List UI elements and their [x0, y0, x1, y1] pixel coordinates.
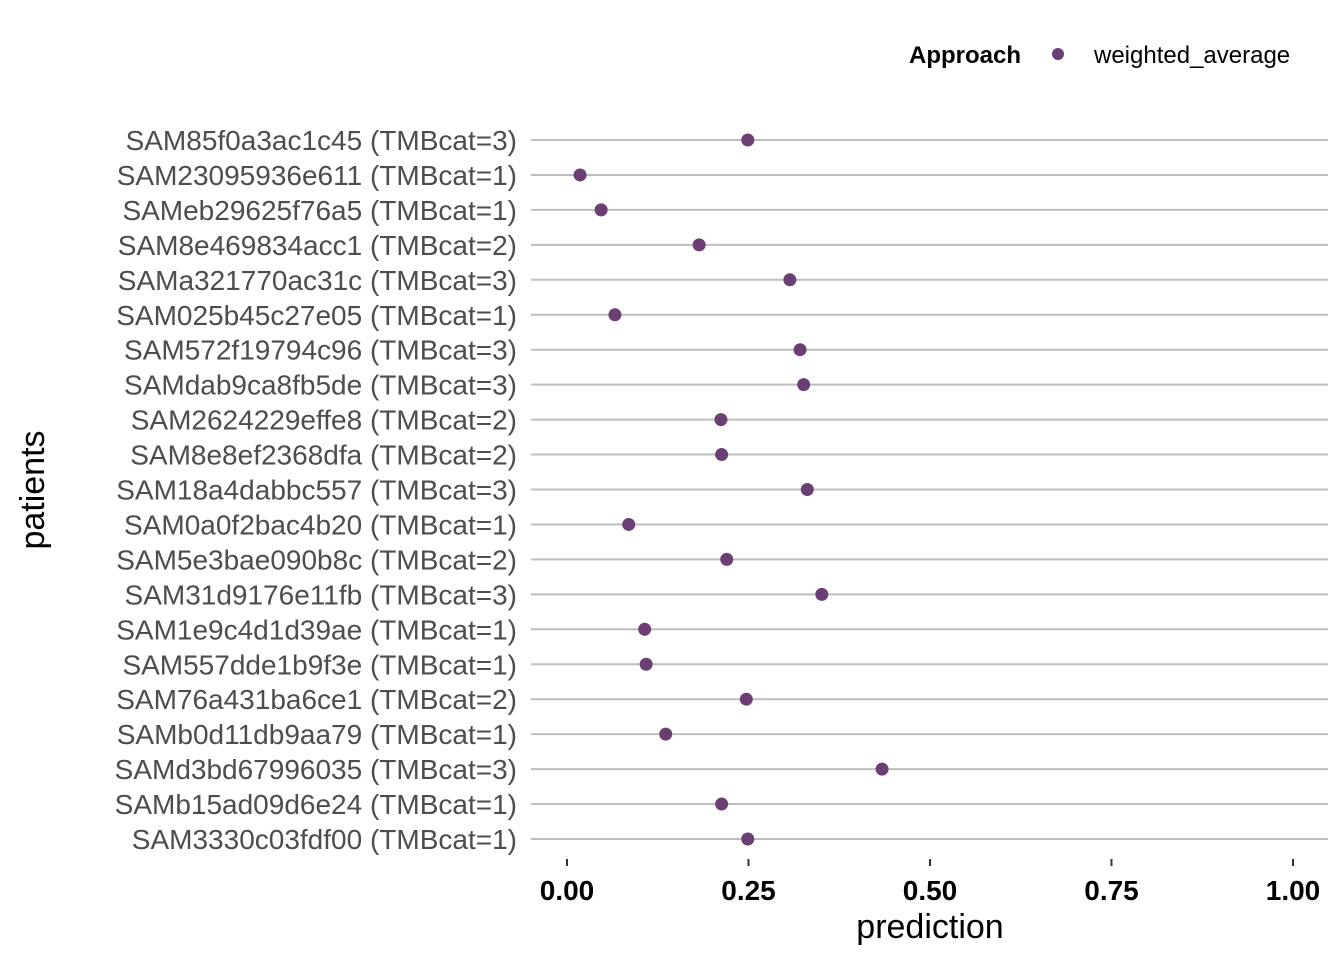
data-point — [622, 517, 636, 531]
y-tick-label: SAM76a431ba6ce1 (TMBcat=2) — [116, 684, 517, 715]
x-tick-label: 0.25 — [721, 875, 776, 906]
y-axis-title: patients — [14, 430, 52, 549]
y-tick-label: SAM0a0f2bac4b20 (TMBcat=1) — [124, 509, 517, 540]
x-tick-label: 0.50 — [903, 875, 958, 906]
data-point — [815, 587, 829, 601]
data-point — [739, 692, 753, 706]
y-tick-label: SAM3330c03fdf00 (TMBcat=1) — [132, 824, 517, 855]
legend: Approach weighted_average — [909, 42, 1290, 69]
x-axis-title: prediction — [856, 908, 1003, 946]
data-point — [715, 797, 729, 811]
data-point — [638, 622, 652, 636]
legend-key-circle-icon — [1052, 48, 1064, 60]
y-tick-label: SAMeb29625f76a5 (TMBcat=1) — [122, 195, 517, 226]
y-tick-label: SAM31d9176e11fb (TMBcat=3) — [125, 579, 517, 610]
legend-title: Approach — [909, 42, 1021, 69]
data-point — [594, 203, 608, 217]
x-axis: 0.00 0.25 0.50 0.75 1.00 — [540, 859, 1321, 906]
y-tick-label: SAMb0d11db9aa79 (TMBcat=1) — [117, 719, 517, 750]
data-point — [741, 133, 755, 147]
y-tick-label: SAMb15ad09d6e24 (TMBcat=1) — [115, 789, 517, 820]
data-point — [639, 657, 653, 671]
data-point — [793, 343, 807, 357]
dot-plot-chart: SAM85f0a3ac1c45 (TMBcat=3) SAM23095936e61… — [14, 42, 1328, 946]
data-point — [741, 832, 755, 846]
y-tick-label: SAM2624229effe8 (TMBcat=2) — [131, 405, 517, 436]
y-tick-label: SAM557dde1b9f3e (TMBcat=1) — [122, 649, 517, 680]
gridlines — [531, 139, 1328, 840]
y-tick-label: SAM23095936e611 (TMBcat=1) — [117, 160, 517, 191]
y-tick-label: SAM5e3bae090b8c (TMBcat=2) — [116, 544, 517, 575]
legend-label: weighted_average — [1093, 42, 1290, 69]
y-tick-label: SAMa321770ac31c (TMBcat=3) — [118, 265, 517, 296]
y-tick-label: SAMd3bd67996035 (TMBcat=3) — [115, 754, 517, 785]
y-tick-label: SAM1e9c4d1d39ae (TMBcat=1) — [116, 614, 517, 645]
data-point — [720, 552, 734, 566]
data-point — [573, 168, 587, 182]
y-tick-label: SAM572f19794c96 (TMBcat=3) — [124, 335, 517, 366]
data-point — [659, 727, 673, 741]
y-tick-label: SAM8e8ef2368dfa (TMBcat=2) — [130, 440, 517, 471]
data-point — [797, 378, 811, 392]
data-point — [800, 483, 814, 496]
y-axis-tick-labels: SAM85f0a3ac1c45 (TMBcat=3) SAM23095936e61… — [115, 125, 517, 855]
data-point — [608, 308, 622, 322]
y-tick-label: SAM85f0a3ac1c45 (TMBcat=3) — [126, 125, 517, 156]
y-tick-label: SAM025b45c27e05 (TMBcat=1) — [116, 300, 517, 331]
data-point — [783, 273, 797, 287]
data-point — [875, 762, 889, 776]
x-tick-label: 0.00 — [540, 875, 595, 906]
x-tick-label: 0.75 — [1084, 875, 1139, 906]
y-tick-label: SAM18a4dabbc557 (TMBcat=3) — [116, 475, 517, 506]
data-point — [714, 413, 728, 427]
data-point — [715, 448, 729, 462]
data-point — [692, 238, 706, 252]
y-tick-label: SAM8e469834acc1 (TMBcat=2) — [118, 230, 517, 261]
x-tick-label: 1.00 — [1266, 875, 1321, 906]
y-tick-label: SAMdab9ca8fb5de (TMBcat=3) — [124, 370, 517, 401]
